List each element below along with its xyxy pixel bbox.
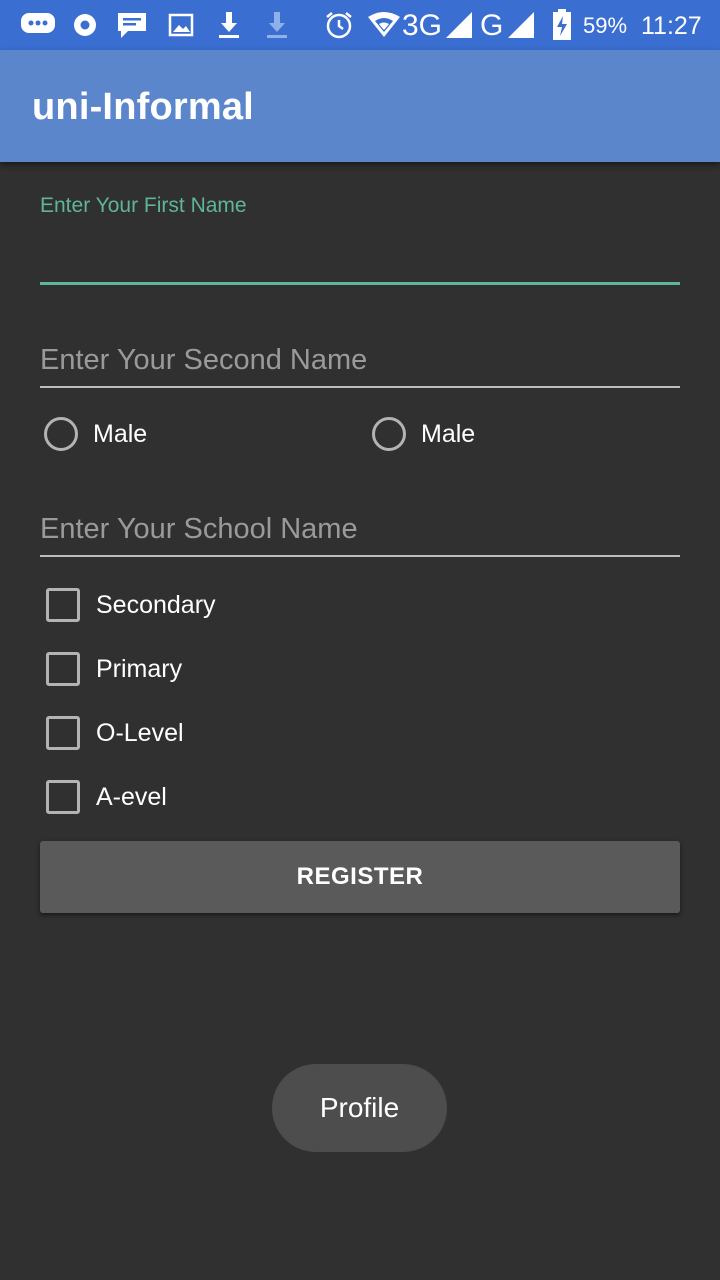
- status-bar: 3G G 59% 11:27: [0, 0, 720, 50]
- signal-g-label: G: [480, 9, 504, 42]
- checkbox-box[interactable]: [46, 716, 80, 750]
- radio-button[interactable]: [44, 417, 78, 451]
- school-name-input[interactable]: [40, 505, 680, 553]
- battery-charging-icon: [550, 0, 574, 50]
- checkbox-primary[interactable]: Primary: [46, 652, 182, 686]
- app-bar: uni-Informal: [0, 50, 720, 162]
- first-name-label: Enter Your First Name: [40, 194, 247, 217]
- register-button[interactable]: REGISTER: [40, 841, 680, 913]
- first-name-field[interactable]: [40, 222, 680, 285]
- radio-male-2[interactable]: Male: [372, 417, 475, 451]
- profile-button[interactable]: Profile: [272, 1064, 447, 1152]
- checkbox-a-level-label: A-evel: [96, 782, 167, 811]
- download-icon: [214, 0, 244, 50]
- battery-percent: 59%: [583, 13, 628, 38]
- checkbox-box[interactable]: [46, 652, 80, 686]
- checkbox-primary-label: Primary: [96, 654, 183, 683]
- clock-time: 11:27: [641, 12, 702, 40]
- second-name-input[interactable]: [40, 336, 680, 384]
- circle-notification-icon: [70, 0, 100, 50]
- alarm-icon: [322, 0, 356, 50]
- message-icon: [114, 0, 150, 50]
- radio-male-1-label: Male: [93, 419, 148, 448]
- checkbox-a-level[interactable]: A-evel: [46, 780, 167, 814]
- wifi-signal-icon: [366, 0, 402, 50]
- radio-male-2-label: Male: [421, 419, 476, 448]
- app-title: uni-Informal: [32, 86, 254, 128]
- second-name-underline: [40, 386, 680, 388]
- signal-3g-label: 3G: [402, 9, 443, 42]
- checkbox-box[interactable]: [46, 588, 80, 622]
- download-faded-icon: [262, 0, 292, 50]
- radio-button[interactable]: [372, 417, 406, 451]
- first-name-input[interactable]: [40, 222, 680, 278]
- first-name-underline: [40, 282, 680, 285]
- checkbox-secondary[interactable]: Secondary: [46, 588, 216, 622]
- cell-signal-icon: [506, 0, 536, 50]
- chat-bubble-icon: [18, 0, 58, 50]
- cell-signal-icon: [444, 0, 474, 50]
- checkbox-o-level-label: O-Level: [96, 718, 184, 747]
- checkbox-o-level[interactable]: O-Level: [46, 716, 184, 750]
- school-name-field[interactable]: [40, 505, 680, 557]
- image-icon: [166, 0, 196, 50]
- checkbox-box[interactable]: [46, 780, 80, 814]
- school-name-underline: [40, 555, 680, 557]
- checkbox-secondary-label: Secondary: [96, 590, 216, 619]
- second-name-field[interactable]: [40, 336, 680, 388]
- radio-male-1[interactable]: Male: [44, 417, 147, 451]
